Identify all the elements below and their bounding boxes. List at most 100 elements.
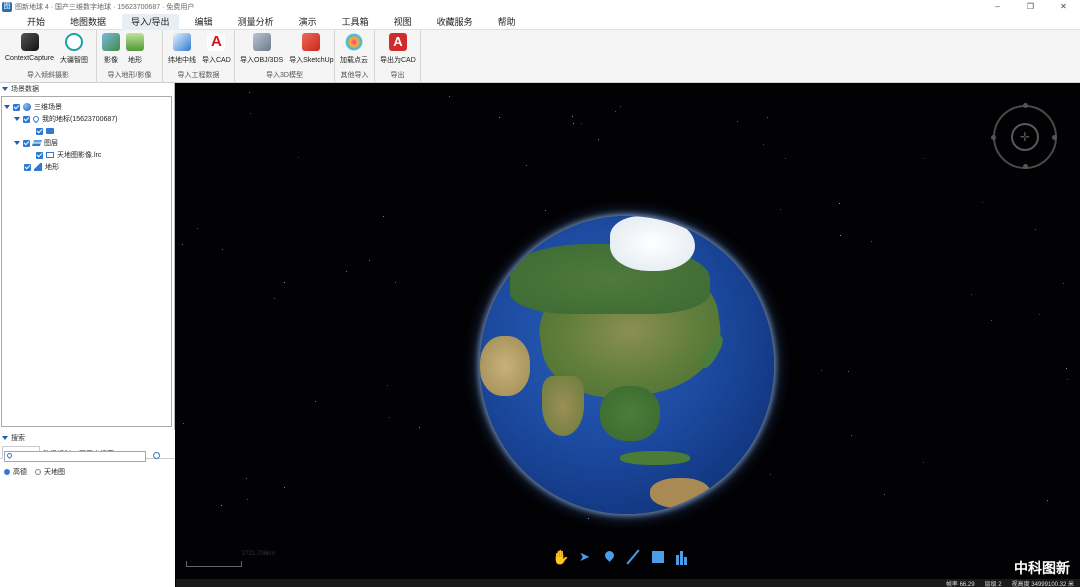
checkbox[interactable]: [23, 139, 30, 147]
expand-triangle-icon[interactable]: [14, 117, 20, 121]
map-viewport[interactable]: ✛ ✋ ➤ 2721.706km 中科图新: [176, 83, 1080, 579]
menu-import-export[interactable]: 导入/导出: [122, 13, 179, 30]
dji-terra-button[interactable]: 大疆智图: [57, 30, 91, 68]
road-centerline-button[interactable]: 纬地中线: [165, 30, 199, 68]
ribbon-group-terrain-imagery: 影像 地形 导入地形/影像: [97, 30, 163, 83]
search-icon[interactable]: [153, 452, 160, 459]
star: [221, 505, 222, 506]
navigation-compass[interactable]: ✛: [991, 103, 1057, 169]
menu-presentation[interactable]: 演示: [290, 14, 326, 30]
search-input[interactable]: [4, 451, 146, 462]
import-cad-label: 导入CAD: [202, 57, 231, 64]
star: [449, 96, 450, 97]
compass-south-dot[interactable]: [1023, 164, 1028, 169]
expand-triangle-icon[interactable]: [4, 105, 10, 109]
menu-toolbox[interactable]: 工具箱: [333, 14, 378, 30]
menu-map-data[interactable]: 地图数据: [61, 14, 115, 30]
ribbon-group-engineering-label: 导入工程数据: [177, 72, 220, 79]
tree-item-my-placemarks[interactable]: 我的地标(15623700687): [14, 113, 118, 125]
star: [581, 123, 582, 124]
road-centerline-icon: [173, 33, 191, 51]
star: [737, 121, 738, 122]
import-obj-button[interactable]: 导入OBJ/3DS: [237, 30, 286, 68]
import-obj-label: 导入OBJ/3DS: [240, 57, 284, 64]
globe-icon: [23, 103, 31, 111]
move-arrows-icon: ✛: [1019, 130, 1031, 144]
status-bar: 帧率 66.29 层级 2 视高度 34999100.32 米: [176, 579, 1080, 587]
compass-east-dot[interactable]: [1052, 135, 1057, 140]
star: [387, 385, 388, 386]
star: [785, 158, 786, 159]
radio-tianditu[interactable]: [35, 469, 41, 475]
import-sketchup-button[interactable]: 导入SketchUp: [286, 30, 336, 68]
window-controls: – ❐ ✕: [981, 0, 1080, 14]
star: [183, 423, 184, 424]
ribbon-group-oblique-label: 导入倾斜摄影: [27, 72, 69, 79]
pin-icon[interactable]: [601, 549, 617, 565]
land-arabia: [480, 336, 530, 396]
search-header[interactable]: 搜索: [0, 432, 175, 444]
tree-item-terrain[interactable]: 地形: [24, 161, 59, 173]
menu-help[interactable]: 帮助: [489, 14, 525, 30]
checkbox[interactable]: [23, 115, 30, 123]
close-button[interactable]: ✕: [1047, 0, 1080, 14]
compass-west-dot[interactable]: [991, 135, 996, 140]
radio-tianditu-label: 天地图: [44, 469, 65, 476]
star: [991, 320, 992, 321]
app-window: 图 图新地球 4 · 国产三维数字地球 · 15623700687 · 免费用户…: [0, 0, 1080, 587]
compass-north-dot[interactable]: [1023, 103, 1028, 108]
export-cad-button[interactable]: A 导出为CAD: [377, 30, 419, 68]
checkbox[interactable]: [24, 163, 31, 171]
import-sketchup-label: 导入SketchUp: [289, 57, 334, 64]
maximize-button[interactable]: ❐: [1014, 0, 1047, 14]
land-india: [542, 376, 584, 436]
tree-item-3d-scene[interactable]: 三维场景: [4, 101, 62, 113]
menu-favorites[interactable]: 收藏服务: [428, 14, 482, 30]
star: [274, 298, 275, 299]
point-cloud-icon: [345, 33, 363, 51]
tree-item-layers[interactable]: 图层: [14, 137, 58, 149]
scene-data-header[interactable]: 场景数据: [0, 83, 174, 95]
expand-triangle-icon[interactable]: [14, 141, 20, 145]
tree-item-tianditu-imagery[interactable]: 天地图影像.lrc: [36, 149, 101, 161]
star: [598, 139, 599, 140]
status-fps: 帧率 66.29: [945, 581, 975, 587]
checkbox[interactable]: [13, 103, 20, 111]
road-centerline-label: 纬地中线: [168, 57, 196, 64]
earth-globe[interactable]: [480, 216, 774, 514]
star: [419, 427, 420, 428]
imagery-button[interactable]: 影像: [99, 30, 123, 68]
radio-gaode[interactable]: [4, 469, 10, 475]
star: [1039, 314, 1040, 315]
contextcapture-button[interactable]: ContextCapture: [2, 30, 57, 68]
import-cad-button[interactable]: A 导入CAD: [199, 30, 234, 68]
checkbox[interactable]: [36, 127, 43, 135]
menu-view[interactable]: 视图: [385, 14, 421, 30]
star: [222, 249, 223, 250]
ribbon-group-3d-model-label: 导入3D模型: [266, 72, 303, 79]
hand-icon[interactable]: ✋: [552, 549, 569, 565]
menu-start[interactable]: 开始: [18, 14, 54, 30]
pointer-icon[interactable]: ➤: [576, 549, 592, 565]
star: [588, 518, 589, 519]
checkbox[interactable]: [36, 151, 43, 159]
menu-edit[interactable]: 编辑: [186, 14, 222, 30]
star: [246, 478, 247, 479]
terrain-button[interactable]: 地形: [123, 30, 147, 68]
star: [545, 210, 546, 211]
cad-icon: A: [207, 33, 226, 51]
polygon-icon[interactable]: [650, 549, 666, 565]
title-bar: 图 图新地球 4 · 国产三维数字地球 · 15623700687 · 免费用户…: [0, 0, 1080, 14]
tree-item-label: 三维场景: [34, 104, 62, 111]
chart-icon[interactable]: [674, 549, 690, 565]
collapse-triangle-icon: [2, 436, 8, 440]
tree-item-folder[interactable]: [36, 125, 57, 137]
minimize-button[interactable]: –: [981, 0, 1014, 14]
contextcapture-icon: [20, 33, 39, 51]
pan-control[interactable]: ✛: [1011, 123, 1039, 151]
star: [767, 117, 768, 118]
point-cloud-button[interactable]: 加载点云: [337, 30, 371, 68]
line-icon[interactable]: [625, 549, 641, 565]
menu-measure[interactable]: 测量分析: [229, 14, 283, 30]
map-toolbar: ✋ ➤: [546, 546, 696, 568]
